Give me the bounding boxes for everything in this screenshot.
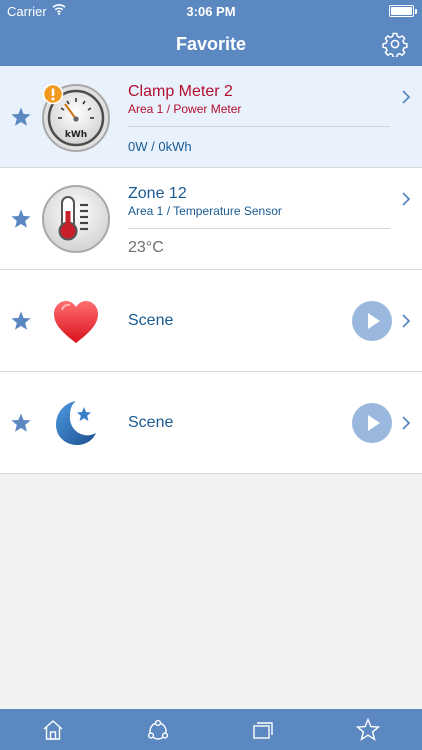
device-name: Zone 12: [128, 185, 187, 202]
moon-star-icon: [56, 401, 96, 445]
chevron-right-icon[interactable]: [400, 191, 412, 207]
favorites-list: kWh Clamp Meter 2 Area 1 / Power Meter 0…: [0, 66, 422, 474]
clock: 3:06 PM: [186, 4, 236, 19]
divider: [128, 126, 390, 127]
thermometer-icon: [42, 185, 110, 253]
list-item[interactable]: Scene: [0, 270, 422, 372]
list-item[interactable]: kWh Clamp Meter 2 Area 1 / Power Meter 0…: [0, 66, 422, 168]
chevron-right-icon[interactable]: [400, 89, 412, 105]
list-item[interactable]: Zone 12 Area 1 / Temperature Sensor 23°C: [0, 168, 422, 270]
home-icon[interactable]: [40, 717, 66, 743]
navigation-bar: Favorite: [0, 22, 422, 66]
device-reading: 0W / 0kWh: [128, 139, 192, 154]
rooms-icon[interactable]: [250, 717, 276, 743]
play-icon: [368, 415, 380, 431]
scene-cycle-icon[interactable]: [145, 717, 171, 743]
chevron-right-icon[interactable]: [400, 313, 412, 329]
device-location: Area 1 / Temperature Sensor: [128, 204, 282, 218]
power-meter-icon: kWh: [42, 83, 110, 152]
device-reading: 23°C: [128, 239, 164, 256]
svg-text:kWh: kWh: [65, 130, 87, 140]
favorite-star-icon[interactable]: [10, 106, 32, 128]
favorite-star-icon[interactable]: [10, 412, 32, 434]
favorite-star-icon[interactable]: [10, 310, 32, 332]
tab-bar: [0, 709, 422, 750]
divider: [128, 228, 390, 229]
play-button[interactable]: [352, 403, 392, 443]
play-icon: [368, 313, 380, 329]
battery-icon: [389, 5, 417, 17]
scene-name: Scene: [128, 414, 174, 431]
list-item[interactable]: Scene: [0, 372, 422, 474]
heart-icon: [54, 301, 98, 343]
device-location: Area 1 / Power Meter: [128, 102, 242, 116]
chevron-right-icon[interactable]: [400, 415, 412, 431]
play-button[interactable]: [352, 301, 392, 341]
page-title: Favorite: [175, 34, 247, 54]
gear-icon[interactable]: [382, 31, 408, 57]
device-name: Clamp Meter 2: [128, 83, 233, 100]
favorite-star-icon[interactable]: [10, 208, 32, 230]
status-bar: Carrier 3:06 PM: [0, 0, 422, 22]
scene-name: Scene: [128, 312, 174, 329]
favorite-star-icon[interactable]: [355, 717, 381, 743]
